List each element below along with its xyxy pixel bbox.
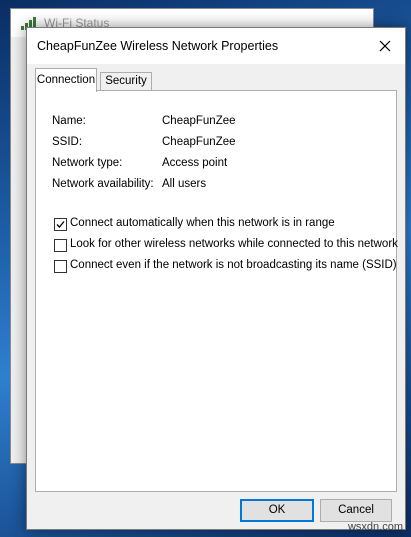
ok-button[interactable]: OK: [240, 499, 314, 522]
look-for-other-networks-checkbox[interactable]: [54, 239, 67, 252]
network-type-value: Access point: [162, 157, 228, 169]
dialog-title: CheapFunZee Wireless Network Properties: [37, 39, 279, 53]
checkmark-icon: [56, 221, 65, 228]
ssid-label: SSID:: [52, 136, 83, 148]
connect-automatically-checkbox[interactable]: [54, 218, 67, 231]
network-type-label: Network type:: [52, 157, 123, 169]
connect-hidden-checkbox[interactable]: [54, 260, 67, 273]
connection-panel: Name: CheapFunZee SSID: CheapFunZee Netw…: [35, 90, 398, 492]
name-value: CheapFunZee: [162, 115, 236, 127]
network-properties-dialog: CheapFunZee Wireless Network Properties …: [26, 27, 406, 530]
tab-connection[interactable]: Connection: [35, 68, 97, 92]
connect-automatically-label: Connect automatically when this network …: [70, 217, 335, 229]
tab-security[interactable]: Security: [100, 72, 152, 91]
availability-label: Network availability:: [52, 178, 154, 190]
watermark: wsxdn.com: [347, 521, 403, 533]
close-icon: [379, 40, 391, 52]
dialog-titlebar: CheapFunZee Wireless Network Properties: [27, 28, 405, 64]
connect-hidden-label: Connect even if the network is not broad…: [70, 259, 397, 271]
cancel-button[interactable]: Cancel: [320, 499, 392, 522]
ssid-value: CheapFunZee: [162, 136, 236, 148]
close-button[interactable]: [365, 28, 405, 64]
availability-value: All users: [162, 178, 207, 190]
look-for-other-networks-label: Look for other wireless networks while c…: [70, 238, 398, 250]
name-label: Name:: [52, 115, 86, 127]
